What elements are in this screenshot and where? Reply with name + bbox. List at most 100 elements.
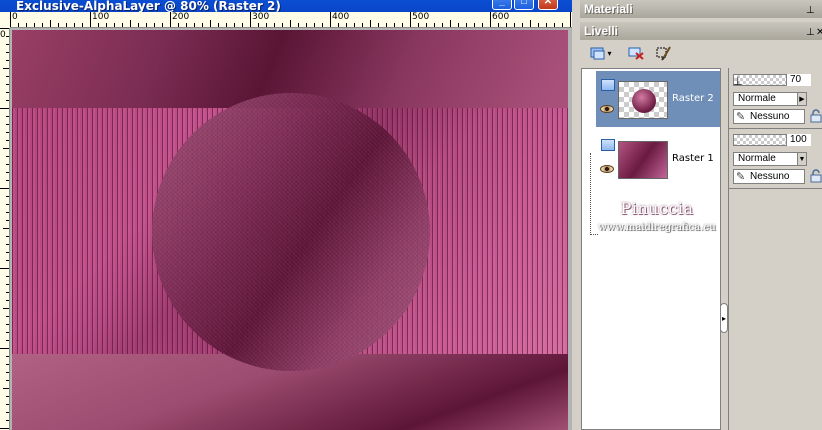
delete-layer-button[interactable]	[626, 43, 646, 63]
chevron-down-icon[interactable]: ▼	[797, 152, 807, 166]
ruler-tick	[282, 23, 283, 27]
ruler-tick	[6, 372, 9, 373]
watermark-url: www.maidiregrafica.eu	[598, 222, 716, 233]
layers-toolbar: ▾	[580, 40, 822, 66]
ruler-tick	[50, 20, 51, 27]
materials-title: Materiali	[584, 2, 633, 16]
ruler-tick	[6, 60, 9, 61]
ruler-tick	[234, 23, 235, 27]
eye-icon[interactable]	[600, 165, 614, 173]
lock-transparency-select[interactable]: ✎ Nessuno	[733, 109, 805, 124]
ruler-tick	[218, 23, 219, 27]
ruler-tick	[114, 23, 115, 27]
raster-layer-icon	[601, 79, 615, 91]
ruler-tick	[6, 276, 9, 277]
layers-panel-title[interactable]: Livelli ⊥ ✕	[580, 22, 822, 40]
watermark-brand: Pinuccia	[620, 199, 694, 218]
ruler-tick	[162, 23, 163, 27]
ruler-tick	[98, 23, 99, 27]
ruler-tick	[362, 23, 363, 27]
layer-properties-raster-2: ⊥ 70 Normale ▶ ✎ Nessuno	[733, 74, 822, 130]
ruler-tick	[474, 23, 475, 27]
document-titlebar[interactable]: Exclusive-AlphaLayer @ 80% (Raster 2) _ …	[0, 0, 572, 13]
layer-thumbnail	[618, 81, 668, 119]
ruler-tick	[10, 12, 11, 27]
ruler-tick	[402, 23, 403, 27]
eye-icon[interactable]	[600, 105, 614, 113]
blend-mode-select[interactable]: Normale	[733, 92, 805, 106]
ruler-tick	[6, 92, 9, 93]
ruler-tick	[18, 23, 19, 27]
opacity-handle-icon[interactable]: ⊥	[733, 76, 743, 88]
close-button[interactable]: ✕	[538, 0, 558, 10]
ruler-tick	[0, 28, 9, 29]
ruler-tick	[42, 23, 43, 27]
ruler-tick	[34, 23, 35, 27]
ruler-tick	[58, 23, 59, 27]
layers-title: Livelli	[584, 24, 619, 38]
ruler-tick	[410, 12, 411, 27]
new-layer-button[interactable]: ▾	[588, 43, 614, 63]
ruler-tick	[354, 23, 355, 27]
ruler-tick	[394, 23, 395, 27]
thumbnail-fill	[619, 142, 667, 178]
dropdown-arrow-icon: ▾	[607, 48, 612, 58]
ruler-tick	[0, 428, 9, 429]
ruler-tick	[538, 23, 539, 27]
layer-row-raster-1[interactable]: Raster 1	[596, 131, 720, 187]
opacity-value[interactable]: 70	[787, 74, 811, 86]
ruler-tick	[554, 23, 555, 27]
thumbnail-ball	[632, 89, 656, 113]
ruler-tick	[90, 12, 91, 27]
ruler-tick	[306, 23, 307, 27]
ruler-tick	[130, 20, 131, 27]
ruler-tick	[6, 124, 9, 125]
ruler-label: 100	[92, 12, 110, 22]
ruler-tick	[3, 68, 9, 69]
blend-mode-select[interactable]: Normale	[733, 152, 805, 166]
layers-list[interactable]: Raster 2 Raster 1 Pinuccia www.maidiregr…	[581, 68, 721, 430]
layer-row-raster-2[interactable]: Raster 2	[596, 71, 720, 127]
ruler-tick	[330, 12, 331, 27]
ruler-tick	[498, 23, 499, 27]
right-panels: Materiali ⊥ Livelli ⊥ ✕ ▾ Raster 2 Raste…	[572, 0, 822, 430]
ruler-tick	[82, 23, 83, 27]
ruler-tick	[6, 396, 9, 397]
ruler-tick	[530, 20, 531, 27]
maximize-button[interactable]: □	[514, 0, 534, 10]
minimize-button[interactable]: _	[492, 0, 512, 10]
delete-layer-icon	[628, 47, 644, 60]
ruler-tick	[6, 356, 9, 357]
ruler-tick	[562, 23, 563, 27]
lock-icon[interactable]	[809, 109, 822, 123]
ruler-label: 600	[492, 12, 510, 22]
ruler-tick	[6, 244, 9, 245]
edit-selection-button[interactable]	[654, 43, 674, 63]
ruler-tick	[6, 292, 9, 293]
ruler-tick	[522, 23, 523, 27]
pin-icon[interactable]: ⊥	[806, 2, 815, 20]
ruler-tick	[170, 12, 171, 27]
lock-icon[interactable]	[809, 169, 822, 183]
divider	[729, 128, 822, 129]
ruler-tick	[6, 412, 9, 413]
ruler-tick	[6, 300, 9, 301]
layer-properties-raster-1: 100 Normale ▼ ✎ Nessuno	[733, 134, 822, 190]
ruler-tick	[6, 420, 9, 421]
opacity-value[interactable]: 100	[787, 134, 811, 146]
ruler-tick	[450, 20, 451, 27]
chevron-right-icon[interactable]: ▶	[797, 92, 807, 106]
ruler-tick	[570, 12, 571, 27]
panel-splitter-handle[interactable]: ▸	[720, 303, 728, 333]
lock-transparency-select[interactable]: ✎ Nessuno	[733, 169, 805, 184]
ruler-tick	[3, 148, 9, 149]
ruler-tick	[6, 164, 9, 165]
opacity-slider[interactable]	[733, 134, 787, 146]
ruler-tick	[514, 23, 515, 27]
materials-panel-title[interactable]: Materiali ⊥	[580, 0, 822, 18]
ruler-tick	[250, 12, 251, 27]
image-canvas[interactable]	[12, 30, 568, 430]
lock-label: Nessuno	[750, 111, 790, 122]
chevron-right-icon: ▸	[721, 313, 726, 323]
ruler-label: 500	[412, 12, 430, 22]
